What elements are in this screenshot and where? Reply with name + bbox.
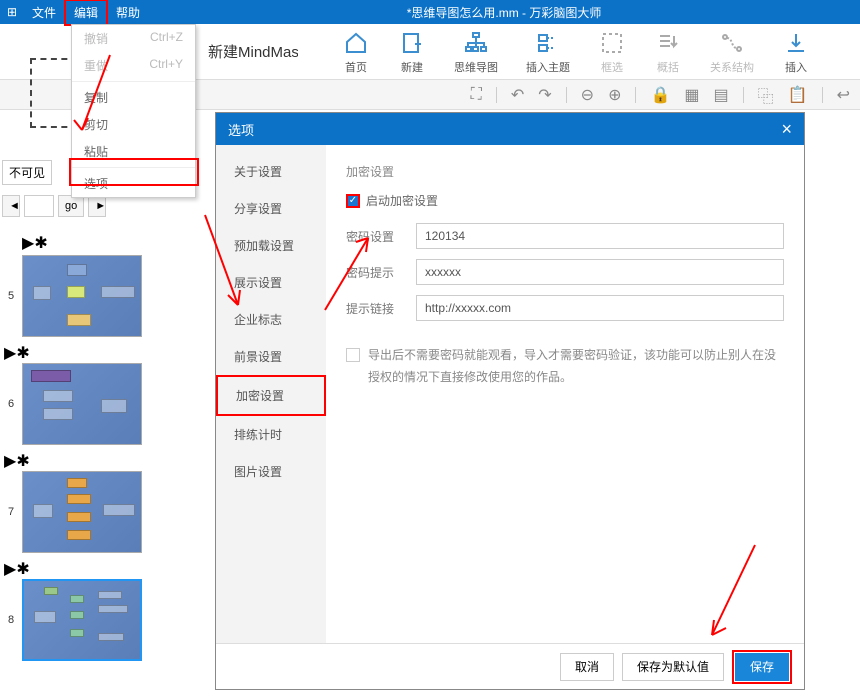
- thumbnail[interactable]: [22, 471, 142, 553]
- layers-icon[interactable]: ▤: [714, 85, 729, 105]
- menu-paste[interactable]: 粘贴: [72, 138, 195, 165]
- undo-icon[interactable]: ↶: [511, 85, 524, 105]
- insert-topic-button[interactable]: 插入主题: [526, 29, 570, 75]
- cancel-button[interactable]: 取消: [560, 653, 614, 681]
- frame-button: 框选: [598, 29, 626, 75]
- zoom-in-icon[interactable]: ⊕: [608, 85, 621, 105]
- sidebar-item-foreground[interactable]: 前景设置: [216, 338, 326, 375]
- menu-copy[interactable]: 复制: [72, 84, 195, 111]
- enable-label: 启动加密设置: [366, 192, 438, 209]
- sidebar-item-share[interactable]: 分享设置: [216, 190, 326, 227]
- dialog-footer: 取消 保存为默认值 保存: [216, 643, 804, 689]
- save-default-button[interactable]: 保存为默认值: [622, 653, 724, 681]
- sidebar-item-rehearse[interactable]: 排练计时: [216, 416, 326, 453]
- summary-button: 概括: [654, 29, 682, 75]
- thumb-num: 7: [4, 506, 18, 518]
- sidebar-item-display[interactable]: 展示设置: [216, 264, 326, 301]
- window-title: *思维导图怎么用.mm - 万彩脑图大师: [148, 4, 860, 21]
- page-input[interactable]: [24, 195, 54, 217]
- link-label: 提示链接: [346, 300, 402, 317]
- menu-redo[interactable]: 重做Ctrl+Y: [72, 52, 195, 79]
- paste-icon[interactable]: 📋: [788, 85, 808, 105]
- redo-icon[interactable]: ↷: [538, 85, 551, 105]
- relation-button: 关系结构: [710, 29, 754, 75]
- dialog-titlebar: 选项 ×: [216, 113, 804, 145]
- back-icon[interactable]: ↩: [837, 85, 850, 105]
- hint-label: 密码提示: [346, 264, 402, 281]
- gear-icon[interactable]: ✱: [34, 235, 47, 252]
- menu-edit[interactable]: 编辑: [64, 0, 108, 26]
- grid-icon[interactable]: ▦: [684, 85, 699, 105]
- save-button[interactable]: 保存: [735, 653, 789, 681]
- tab-name: 新建MindMaster: [208, 41, 298, 62]
- go-button[interactable]: go: [58, 195, 84, 217]
- thumb-num: 6: [4, 398, 18, 410]
- sidebar-item-encryption[interactable]: 加密设置: [216, 375, 326, 416]
- play-icon[interactable]: ▶: [4, 561, 16, 578]
- enable-checkbox[interactable]: ✓: [346, 194, 360, 208]
- thumb-num: 5: [4, 290, 18, 302]
- menu-file[interactable]: 文件: [24, 1, 64, 24]
- insert-button[interactable]: 插入: [782, 29, 810, 75]
- gear-icon[interactable]: ✱: [16, 453, 29, 470]
- gear-icon[interactable]: ✱: [16, 345, 29, 362]
- zoom-out-icon[interactable]: ⊖: [581, 85, 594, 105]
- menu-help[interactable]: 帮助: [108, 1, 148, 24]
- thumbnails: ▶✱ 5 ▶✱ 6 ▶✱ 7: [0, 219, 165, 671]
- thumbnail[interactable]: [22, 363, 142, 445]
- copy-icon[interactable]: ⿻: [758, 83, 774, 107]
- section-title: 加密设置: [346, 163, 784, 180]
- sidebar-item-about[interactable]: 关于设置: [216, 153, 326, 190]
- edit-menu: 撤销Ctrl+Z 重做Ctrl+Y 复制 剪切 粘贴 选项: [71, 24, 196, 198]
- left-panel: 不可见 ◄ go ► ▶✱ 5 ▶✱ 6: [0, 158, 165, 671]
- home-button[interactable]: 首页: [342, 29, 370, 75]
- app-icon: ⊞: [0, 5, 24, 19]
- menu-options[interactable]: 选项: [72, 170, 195, 197]
- desc-checkbox[interactable]: [346, 348, 360, 362]
- password-label: 密码设置: [346, 228, 402, 245]
- password-input[interactable]: [416, 223, 784, 249]
- thumb-num: 8: [4, 614, 18, 626]
- play-icon[interactable]: ▶: [4, 453, 16, 470]
- mindmap-button[interactable]: 思维导图: [454, 29, 498, 75]
- play-icon[interactable]: ▶: [22, 235, 34, 252]
- prev-button[interactable]: ◄: [2, 195, 20, 217]
- play-icon[interactable]: ▶: [4, 345, 16, 362]
- menu-undo[interactable]: 撤销Ctrl+Z: [72, 25, 195, 52]
- thumbnail-selected[interactable]: [22, 579, 142, 661]
- invisible-label: 不可见: [2, 160, 52, 185]
- sidebar-item-preload[interactable]: 预加载设置: [216, 227, 326, 264]
- close-icon[interactable]: ×: [781, 119, 792, 140]
- lock-icon[interactable]: 🔒: [650, 85, 670, 105]
- options-dialog: 选项 × 关于设置 分享设置 预加载设置 展示设置 企业标志 前景设置 加密设置…: [215, 112, 805, 690]
- sidebar-item-image[interactable]: 图片设置: [216, 453, 326, 490]
- link-input[interactable]: [416, 295, 784, 321]
- thumbnail[interactable]: [22, 255, 142, 337]
- dialog-content: 加密设置 ✓ 启动加密设置 密码设置 密码提示 提示链接 导出后不需要密码就能观…: [326, 145, 804, 643]
- menubar: ⊞ 文件 编辑 帮助 *思维导图怎么用.mm - 万彩脑图大师: [0, 0, 860, 24]
- dialog-sidebar: 关于设置 分享设置 预加载设置 展示设置 企业标志 前景设置 加密设置 排练计时…: [216, 145, 326, 643]
- gear-icon[interactable]: ✱: [16, 561, 29, 578]
- desc-text: 导出后不需要密码就能观看，导入才需要密码验证，该功能可以防止别人在没授权的情况下…: [368, 345, 784, 388]
- next-button[interactable]: ►: [88, 195, 106, 217]
- dialog-title: 选项: [228, 120, 254, 139]
- hint-input[interactable]: [416, 259, 784, 285]
- fullscreen-icon[interactable]: ⛶: [471, 86, 482, 104]
- menu-cut[interactable]: 剪切: [72, 111, 195, 138]
- new-button[interactable]: 新建: [398, 29, 426, 75]
- sidebar-item-logo[interactable]: 企业标志: [216, 301, 326, 338]
